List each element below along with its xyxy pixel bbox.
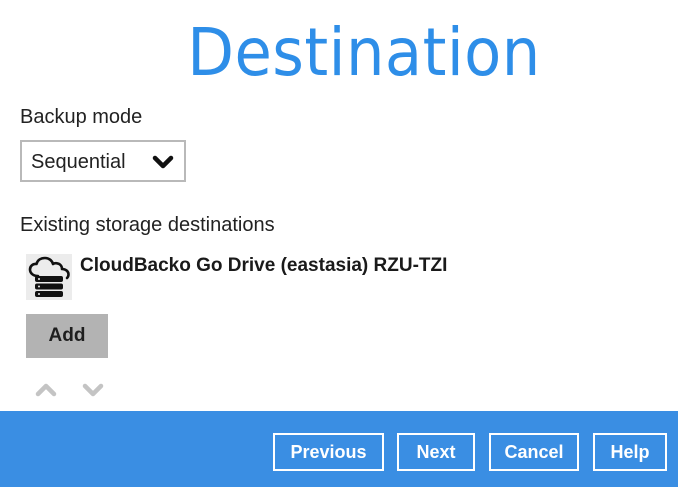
page-title: Destination <box>187 14 541 91</box>
chevron-down-icon <box>152 155 174 169</box>
backup-mode-label: Backup mode <box>20 106 143 128</box>
add-destination-button[interactable]: Add <box>26 314 108 358</box>
footer-bar: Previous Next Cancel Help <box>0 411 678 487</box>
help-button[interactable]: Help <box>593 433 667 471</box>
chevron-down-icon[interactable] <box>82 381 104 399</box>
destination-name: CloudBacko Go Drive (eastasia) RZU-TZI <box>80 255 448 276</box>
chevron-up-icon[interactable] <box>35 381 57 399</box>
existing-destinations-label: Existing storage destinations <box>20 214 275 236</box>
backup-mode-select[interactable]: Sequential <box>20 140 186 182</box>
previous-button[interactable]: Previous <box>273 433 384 471</box>
next-button[interactable]: Next <box>397 433 475 471</box>
destination-item[interactable]: CloudBacko Go Drive (eastasia) RZU-TZI <box>26 254 626 300</box>
cloud-storage-icon <box>26 254 72 300</box>
cancel-button[interactable]: Cancel <box>489 433 579 471</box>
backup-mode-selected-value: Sequential <box>31 151 126 173</box>
